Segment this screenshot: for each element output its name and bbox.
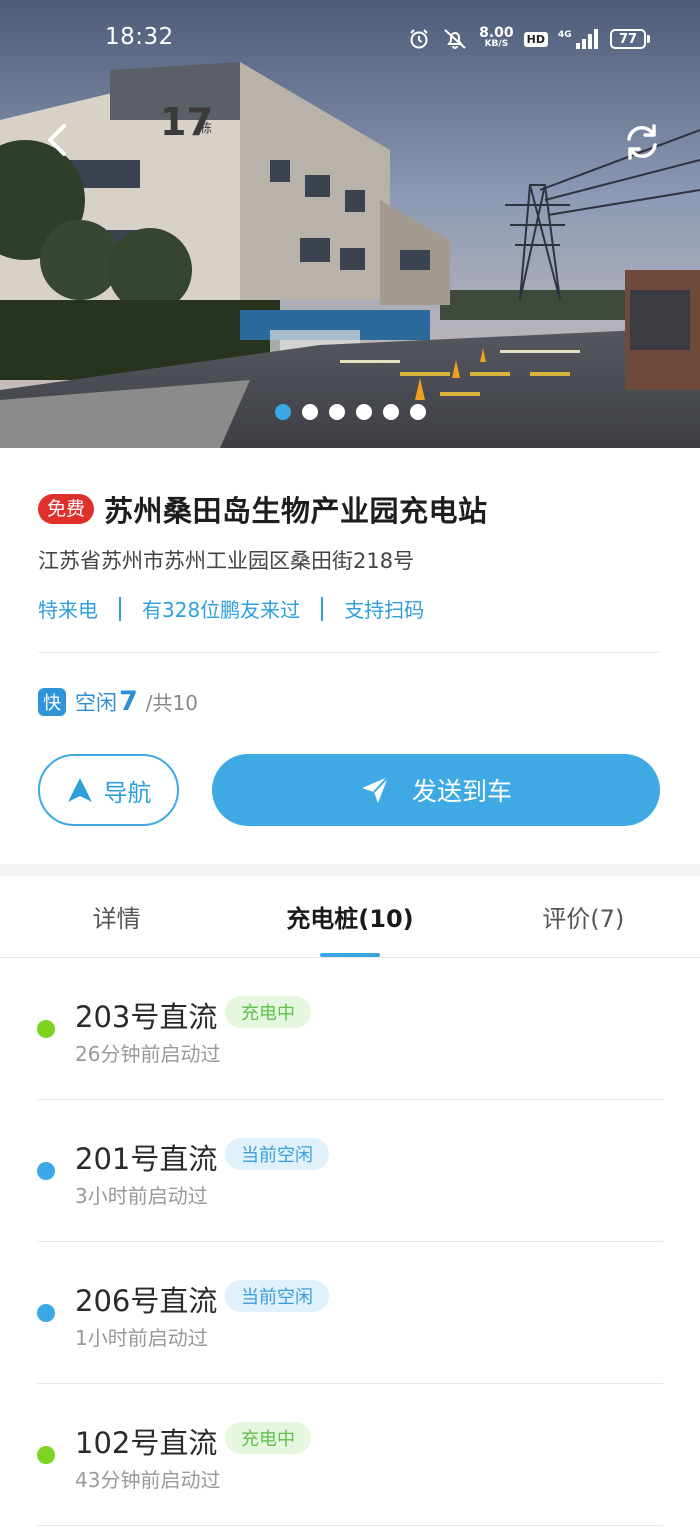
- tab-details[interactable]: 详情: [0, 876, 233, 957]
- network-speed: 8.00 KB/S: [479, 25, 514, 49]
- price-badge: 免费: [38, 494, 95, 524]
- station-photo-carousel[interactable]: 17 栋 18:32 8.00 KB/S HD 4G 77: [0, 0, 700, 448]
- battery-icon: 77: [610, 29, 650, 49]
- refresh-button[interactable]: [620, 120, 664, 164]
- pile-status-badge: 当前空闲: [225, 1138, 329, 1170]
- total-count: /共10: [145, 691, 198, 715]
- signal-4g-icon: 4G: [558, 27, 600, 51]
- pile-last-start: 1小时前启动过: [75, 1326, 208, 1350]
- availability-summary: 快 空闲 7 /共10: [38, 686, 198, 717]
- navigation-arrow-icon: [67, 778, 92, 802]
- active-tab-indicator: [319, 953, 380, 957]
- navigate-label: 导航: [103, 778, 152, 807]
- carousel-dot[interactable]: [329, 404, 345, 420]
- carousel-dot[interactable]: [410, 404, 426, 420]
- tag-divider: [321, 596, 324, 621]
- status-dot: [37, 1446, 55, 1464]
- station-name: 苏州桑田岛生物产业园充电站: [104, 494, 488, 528]
- tag-scan-support[interactable]: 支持扫码: [344, 594, 424, 623]
- pile-name: 102号直流: [75, 1426, 218, 1460]
- pile-name: 203号直流: [75, 1000, 218, 1034]
- mute-bell-icon: [441, 27, 469, 51]
- tab-reviews[interactable]: 评价(7): [467, 876, 700, 957]
- refresh-icon: [627, 124, 657, 160]
- send-to-car-label: 发送到车: [411, 777, 512, 806]
- pile-item[interactable]: 102号直流 充电中 43分钟前启动过: [37, 1384, 663, 1526]
- svg-text:4G: 4G: [558, 30, 572, 40]
- hd-icon: HD: [523, 31, 548, 47]
- pile-status-badge: 当前空闲: [225, 1280, 329, 1312]
- status-dot: [37, 1162, 55, 1180]
- status-bar: 18:32 8.00 KB/S HD 4G 77: [0, 0, 700, 80]
- navigate-button[interactable]: 导航: [38, 754, 179, 826]
- charging-pile-list: 203号直流 充电中 26分钟前启动过 201号直流 当前空闲 3小时前启动过 …: [0, 958, 700, 1526]
- tag-visitors[interactable]: 有328位鹏友来过: [142, 594, 300, 623]
- svg-text:栋: 栋: [200, 120, 212, 135]
- carousel-dot[interactable]: [275, 404, 291, 420]
- chevron-left-icon: [48, 124, 66, 156]
- pile-item[interactable]: 203号直流 充电中 26分钟前启动过: [37, 958, 663, 1100]
- pile-last-start: 3小时前启动过: [75, 1184, 208, 1208]
- section-separator: [0, 864, 700, 876]
- detail-tabs: 详情 充电桩(10) 评价(7): [0, 876, 700, 958]
- status-time: 18:32: [105, 24, 174, 50]
- back-button[interactable]: [38, 118, 78, 162]
- divider: [38, 652, 660, 653]
- send-to-car-button[interactable]: 发送到车: [212, 754, 660, 826]
- pile-status-badge: 充电中: [225, 1422, 311, 1454]
- pile-name: 201号直流: [75, 1142, 218, 1176]
- pile-item[interactable]: 201号直流 当前空闲 3小时前启动过: [37, 1100, 663, 1242]
- pile-item[interactable]: 206号直流 当前空闲 1小时前启动过: [37, 1242, 663, 1384]
- available-label: 空闲: [75, 691, 117, 715]
- station-info-card: 免费 苏州桑田岛生物产业园充电站 江苏省苏州市苏州工业园区桑田街218号 特来电…: [0, 448, 700, 864]
- pile-last-start: 43分钟前启动过: [75, 1468, 221, 1492]
- carousel-dot[interactable]: [302, 404, 318, 420]
- carousel-dot[interactable]: [383, 404, 399, 420]
- station-address: 江苏省苏州市苏州工业园区桑田街218号: [38, 549, 415, 573]
- station-tags: 特来电 有328位鹏友来过 支持扫码: [38, 594, 424, 623]
- status-dot: [37, 1020, 55, 1038]
- status-icons: 8.00 KB/S HD 4G 77: [407, 24, 650, 54]
- carousel-dot[interactable]: [356, 404, 372, 420]
- tag-operator[interactable]: 特来电: [38, 594, 98, 623]
- tag-divider: [119, 596, 121, 621]
- carousel-indicator: [275, 404, 426, 420]
- pile-last-start: 26分钟前启动过: [75, 1042, 221, 1066]
- pile-status-badge: 充电中: [225, 996, 311, 1028]
- send-icon: [361, 776, 389, 803]
- available-count: 7: [119, 686, 138, 717]
- status-dot: [37, 1304, 55, 1322]
- station-title-row: 免费 苏州桑田岛生物产业园充电站: [38, 488, 488, 530]
- pile-name: 206号直流: [75, 1284, 218, 1318]
- fast-charge-badge: 快: [38, 687, 66, 716]
- tab-charging-piles[interactable]: 充电桩(10): [233, 876, 466, 957]
- alarm-icon: [407, 27, 431, 51]
